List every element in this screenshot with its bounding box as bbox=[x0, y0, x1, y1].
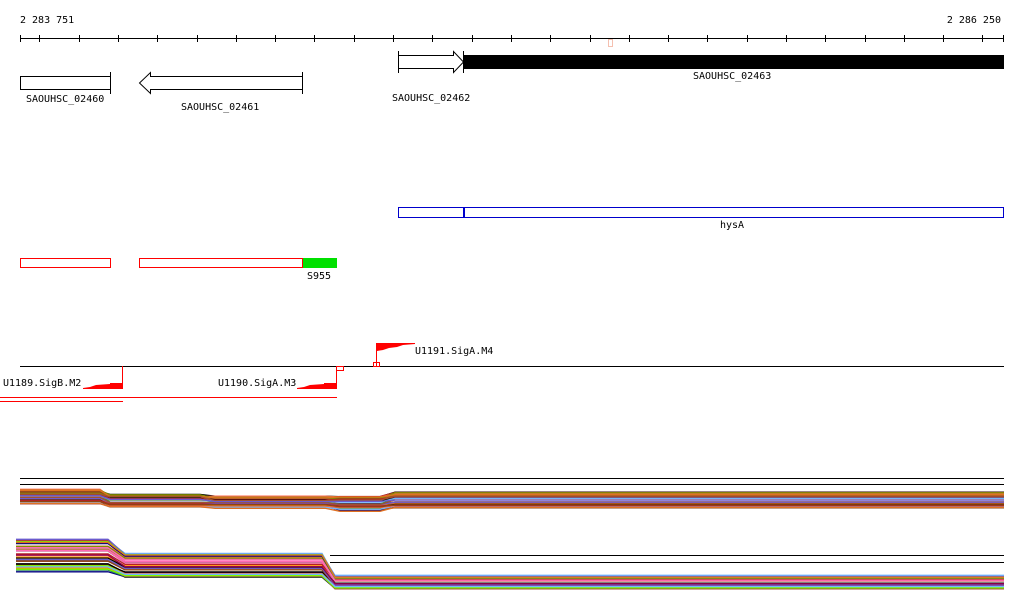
promoter-U1189[interactable]: U1189.SigB.M2 bbox=[3, 366, 123, 389]
gene-label: SAOUHSC_02462 bbox=[392, 93, 470, 104]
cursor-marker bbox=[608, 39, 613, 47]
feature-box[interactable] bbox=[20, 258, 111, 268]
genome-browser: 2 283 751 2 286 250 SAOUHSC_02460 SAOUHS… bbox=[0, 15, 1005, 590]
srna-label: S955 bbox=[307, 271, 331, 282]
gene-SAOUHSC_02463[interactable]: SAOUHSC_02463 bbox=[463, 51, 1005, 82]
promoter-U1190[interactable]: U1190.SigA.M3 bbox=[218, 366, 344, 389]
srna-S955[interactable] bbox=[303, 258, 337, 268]
promoter-track: U1189.SigB.M2 U1190.SigA.M3 U1191.SigA.M… bbox=[0, 343, 1004, 402]
expression-track-1 bbox=[20, 478, 1004, 512]
expression-track-2 bbox=[16, 538, 1004, 590]
gene-SAOUHSC_02460[interactable]: SAOUHSC_02460 bbox=[20, 72, 111, 105]
ruler-end-label: 2 286 250 bbox=[947, 15, 1001, 26]
promoter-label: U1190.SigA.M3 bbox=[218, 378, 296, 389]
gene-track: SAOUHSC_02460 SAOUHSC_02461 SAOUHSC_0246… bbox=[20, 50, 1005, 113]
gene-SAOUHSC_02461[interactable]: SAOUHSC_02461 bbox=[138, 71, 303, 113]
promoter-label: U1189.SigB.M2 bbox=[3, 378, 81, 389]
gene-label: SAOUHSC_02463 bbox=[693, 71, 771, 82]
feature-track: S955 bbox=[20, 258, 337, 282]
feature-box[interactable] bbox=[139, 258, 303, 268]
gene-label: SAOUHSC_02460 bbox=[26, 94, 104, 105]
gene-SAOUHSC_02462[interactable]: SAOUHSC_02462 bbox=[392, 50, 470, 104]
gene-label: SAOUHSC_02461 bbox=[181, 102, 259, 113]
promoter-U1191[interactable]: U1191.SigA.M4 bbox=[373, 343, 494, 367]
coordinate-ruler: 2 283 751 2 286 250 bbox=[20, 15, 1004, 47]
operon-label: hysA bbox=[720, 220, 744, 231]
promoter-label: U1191.SigA.M4 bbox=[415, 346, 493, 357]
ruler-start-label: 2 283 751 bbox=[20, 15, 74, 26]
operon-hysA[interactable]: hysA bbox=[398, 207, 1004, 231]
